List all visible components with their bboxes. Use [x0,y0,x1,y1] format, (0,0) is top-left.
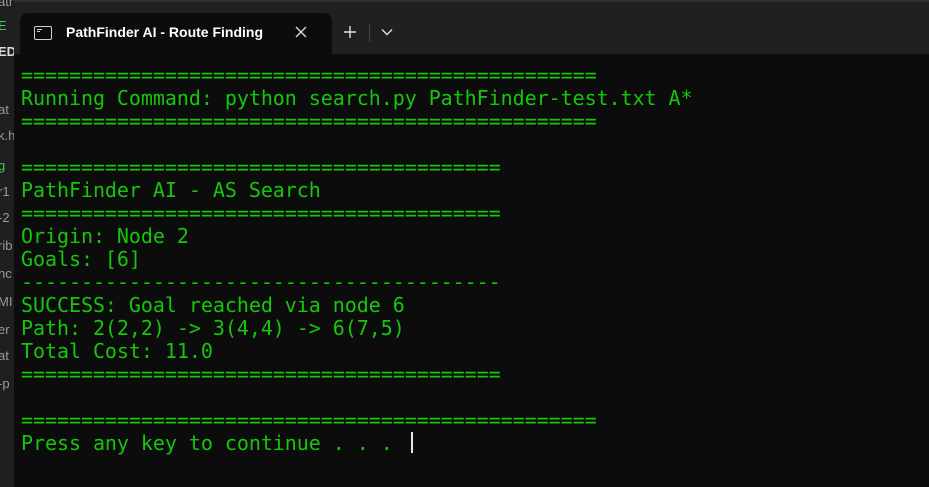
bg-text: -p [0,376,10,391]
background-editor-strip: athFinder E ED at k.h g r1 -2 rib nc MI … [0,0,14,487]
terminal-prompt-line: Press any key to continue . . . [21,432,693,455]
plus-icon [344,26,356,38]
terminal-line: SUCCESS: Goal reached via node 6 [21,293,405,317]
terminal-line: ======================================== [21,155,501,179]
bg-text: r1 [0,184,10,199]
bg-text: at [0,348,9,363]
bg-text: er [0,322,10,337]
bg-text: -2 [0,210,10,225]
bg-text: MI [0,294,13,309]
terminal-line: Running Command: python search.py PathFi… [21,86,693,110]
bg-text: g [0,158,6,173]
tab-close-button[interactable] [288,19,314,45]
tab-separator [369,24,370,42]
title-bar: PathFinder AI - Route Finding [14,0,929,54]
bg-text: k.h [0,128,14,143]
bg-text: athFinder [0,0,14,9]
bg-text: rib [0,238,13,253]
new-tab-button[interactable] [336,18,364,46]
bg-text: at [0,102,9,117]
terminal-line: ======================================== [21,362,501,386]
terminal-line: Total Cost: 11.0 [21,339,213,363]
terminal-line: ========================================… [21,408,597,432]
terminal-output[interactable]: ========================================… [14,54,929,487]
bg-text: ED [0,44,14,59]
title-bar-border [14,0,929,2]
close-icon [295,26,307,38]
bg-text: nc [0,266,12,281]
terminal-line: ========================================… [21,63,597,87]
bg-text: E [0,18,7,33]
tab-title: PathFinder AI - Route Finding [66,24,264,40]
chevron-down-icon [381,29,393,36]
terminal-line: ========================================… [21,109,597,133]
terminal-line: ---------------------------------------- [21,270,501,294]
tab-dropdown-button[interactable] [374,18,400,46]
terminal-line: Goals: [6] [21,247,141,271]
terminal-line: Origin: Node 2 [21,224,189,248]
terminal-line: PathFinder AI - AS Search [21,178,321,202]
terminal-icon [34,26,52,40]
terminal-prompt-text: Press any key to continue . . . [21,431,405,455]
text-cursor [410,432,413,453]
tab-pathfinder[interactable]: PathFinder AI - Route Finding [20,13,332,54]
terminal-line: ======================================== [21,201,501,225]
terminal-line: Path: 2(2,2) -> 3(4,4) -> 6(7,5) [21,316,405,340]
